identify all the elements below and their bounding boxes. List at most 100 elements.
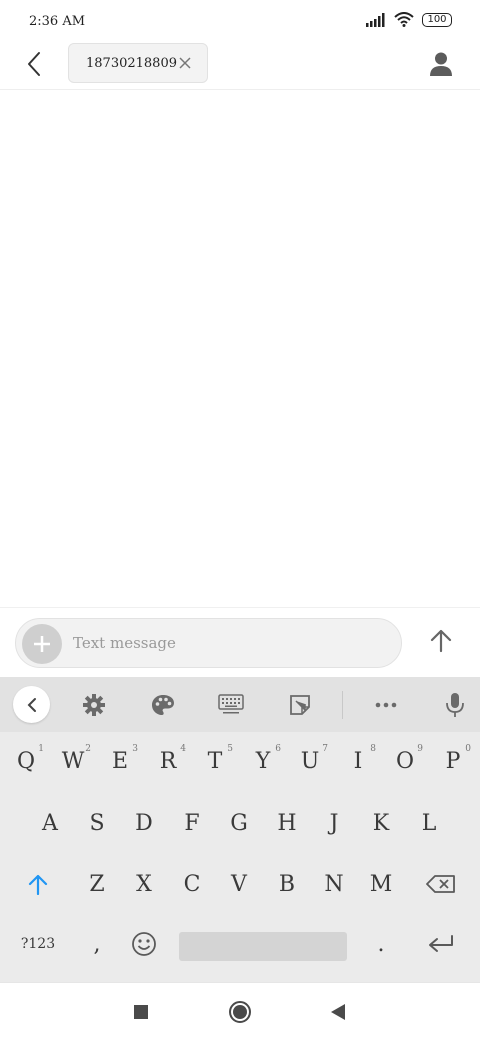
compose-bar: Text message (0, 607, 480, 677)
key-s[interactable]: S (75, 798, 119, 848)
toolbar-divider (342, 691, 343, 719)
key-m[interactable]: M (359, 859, 403, 909)
key-hint: 4 (180, 744, 186, 754)
key-e[interactable]: E3 (98, 736, 142, 786)
collapse-toolbar-button[interactable] (13, 686, 50, 723)
recents-square-icon (134, 1005, 148, 1019)
home-button[interactable] (228, 1000, 252, 1024)
key-q[interactable]: Q1 (4, 736, 48, 786)
more-options-button[interactable] (370, 689, 402, 721)
more-icon (375, 702, 397, 708)
keyboard-row-1: Q1 W2 E3 R4 T5 Y6 U7 I8 O9 P0 (0, 736, 480, 792)
status-bar: 2:36 AM 100 (0, 0, 480, 42)
emoji-key[interactable] (122, 919, 166, 969)
keyboard-row-3: Z X C V B N M (0, 859, 480, 915)
key-label: Q (16, 748, 36, 774)
settings-button[interactable] (78, 689, 110, 721)
key-label: R (159, 748, 177, 774)
shift-arrow-icon (28, 874, 48, 895)
signal-icon (366, 12, 385, 27)
keyboard-toolbar (0, 677, 480, 732)
key-hint: 1 (38, 744, 44, 754)
back-nav-button[interactable] (326, 1000, 350, 1024)
recipient-chip[interactable]: 18730218809 (68, 43, 208, 83)
symbols-key[interactable]: ?123 (16, 919, 60, 969)
back-button[interactable] (20, 50, 48, 78)
key-hint: 8 (370, 744, 376, 754)
key-d[interactable]: D (122, 798, 166, 848)
backspace-icon (426, 875, 455, 893)
close-icon[interactable] (178, 56, 192, 70)
smiley-icon (132, 932, 156, 956)
key-hint: 5 (227, 744, 233, 754)
key-t[interactable]: T5 (193, 736, 237, 786)
status-icons: 100 (366, 12, 452, 27)
contact-button[interactable] (428, 51, 454, 77)
chevron-left-icon (28, 52, 40, 76)
clipboard-button[interactable] (284, 689, 316, 721)
key-h[interactable]: H (265, 798, 309, 848)
key-i[interactable]: I8 (336, 736, 380, 786)
message-input[interactable]: Text message (15, 618, 402, 668)
keyboard-mode-button[interactable] (215, 689, 247, 721)
key-x[interactable]: X (122, 859, 166, 909)
enter-icon (429, 935, 453, 952)
arrow-up-icon (430, 629, 452, 653)
key-label: W (61, 748, 85, 774)
message-placeholder: Text message (73, 634, 176, 652)
key-label: Y (255, 748, 271, 774)
key-hint: 3 (132, 744, 138, 754)
conversation-header: 18730218809 (0, 42, 480, 90)
key-l[interactable]: L (407, 798, 451, 848)
key-u[interactable]: U7 (288, 736, 332, 786)
person-icon (430, 52, 452, 76)
key-f[interactable]: F (170, 798, 214, 848)
key-p[interactable]: P0 (431, 736, 475, 786)
key-b[interactable]: B (265, 859, 309, 909)
enter-key[interactable] (419, 919, 463, 969)
keyboard: Q1 W2 E3 R4 T5 Y6 U7 I8 O9 P0 A S D F G … (0, 677, 480, 982)
collapse-icon (27, 697, 36, 712)
period-key[interactable]: . (359, 919, 403, 969)
backspace-key[interactable] (419, 859, 463, 909)
attach-button[interactable] (22, 624, 62, 664)
back-triangle-icon (331, 1004, 345, 1020)
comma-key[interactable]: , (75, 919, 119, 969)
gear-icon (83, 694, 105, 716)
key-hint: 6 (275, 744, 281, 754)
key-label: O (395, 748, 415, 774)
key-a[interactable]: A (28, 798, 72, 848)
key-g[interactable]: G (217, 798, 261, 848)
status-time: 2:36 AM (29, 14, 86, 29)
home-circle-icon (229, 1001, 251, 1023)
key-label: T (207, 748, 223, 774)
space-key[interactable] (179, 932, 347, 961)
key-label: E (111, 748, 129, 774)
key-hint: 2 (85, 744, 91, 754)
key-o[interactable]: O9 (383, 736, 427, 786)
key-y[interactable]: Y6 (241, 736, 285, 786)
theme-button[interactable] (147, 689, 179, 721)
key-label: P (445, 748, 461, 774)
key-label: U (300, 748, 320, 774)
keyboard-row-2: A S D F G H J K L (0, 798, 480, 854)
voice-input-button[interactable] (439, 689, 471, 721)
message-list[interactable] (0, 91, 480, 607)
recents-button[interactable] (129, 1000, 153, 1024)
key-k[interactable]: K (359, 798, 403, 848)
key-z[interactable]: Z (75, 859, 119, 909)
battery-icon: 100 (422, 12, 452, 27)
key-j[interactable]: J (312, 798, 356, 848)
wifi-icon (394, 12, 414, 27)
shift-key[interactable] (16, 859, 60, 909)
key-label: I (353, 748, 363, 774)
key-r[interactable]: R4 (146, 736, 190, 786)
key-v[interactable]: V (217, 859, 261, 909)
key-n[interactable]: N (312, 859, 356, 909)
microphone-icon (446, 693, 464, 717)
send-button[interactable] (426, 626, 456, 656)
key-w[interactable]: W2 (51, 736, 95, 786)
recipient-number: 18730218809 (86, 55, 177, 71)
key-c[interactable]: C (170, 859, 214, 909)
clipboard-icon (290, 695, 310, 715)
